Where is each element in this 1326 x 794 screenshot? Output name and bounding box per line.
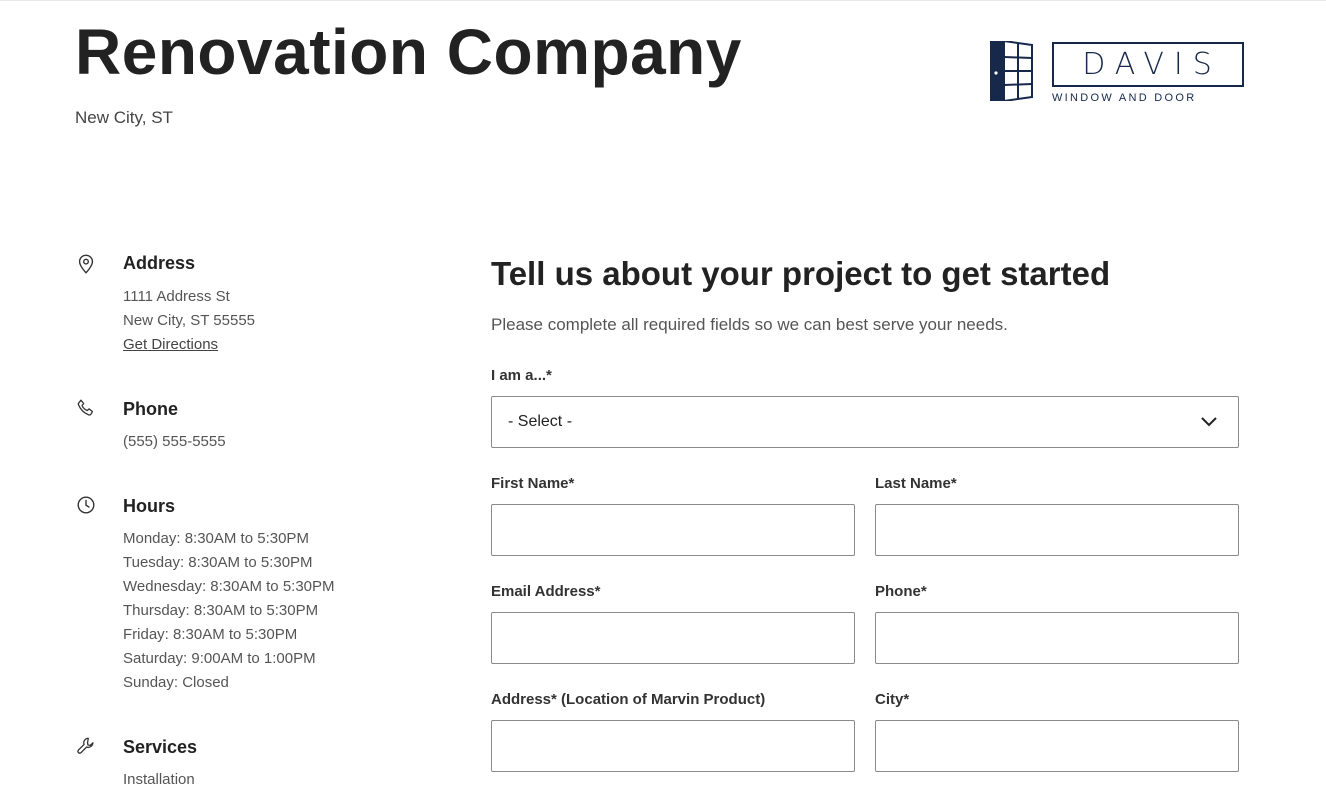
role-select[interactable]: - Select - (491, 396, 1239, 448)
phone-label: Phone* (875, 583, 927, 600)
clock-icon (77, 496, 95, 514)
door-logo-icon (990, 41, 1033, 101)
logo-wordmark-box: DAVIS (1052, 42, 1244, 87)
logo-wordmark: DAVIS (1082, 47, 1222, 82)
address-heading: Address (123, 253, 196, 273)
first-name-label: First Name* (491, 475, 575, 492)
form-title: Tell us about your project to get starte… (491, 255, 1111, 292)
get-directions-link[interactable]: Get Directions (123, 336, 218, 353)
city-label: City* (875, 691, 910, 708)
phone-icon (77, 399, 94, 416)
hours-heading: Hours (123, 496, 176, 516)
phone-heading: Phone (123, 399, 179, 419)
hours-friday: Friday: 8:30AM to 5:30PM (123, 626, 298, 643)
last-name-input[interactable] (875, 504, 1239, 556)
phone-input[interactable] (875, 612, 1239, 664)
first-name-input[interactable] (491, 504, 855, 556)
hours-sunday: Sunday: Closed (123, 674, 229, 691)
address-line-1: 1111 Address St (123, 288, 230, 305)
email-label: Email Address* (491, 583, 601, 600)
hours-thursday: Thursday: 8:30AM to 5:30PM (123, 602, 319, 619)
hours-tuesday: Tuesday: 8:30AM to 5:30PM (123, 554, 313, 571)
davis-logo[interactable]: DAVIS WINDOW AND DOOR (990, 40, 1246, 104)
company-location: New City, ST (75, 108, 173, 127)
email-input[interactable] (491, 612, 855, 664)
hours-monday: Monday: 8:30AM to 5:30PM (123, 530, 309, 547)
phone-number[interactable]: (555) 555-5555 (123, 430, 226, 454)
role-select-value: - Select - (508, 413, 573, 430)
city-input[interactable] (875, 720, 1239, 772)
logo-tagline: WINDOW AND DOOR (1052, 92, 1197, 104)
hours-wednesday: Wednesday: 8:30AM to 5:30PM (123, 578, 335, 595)
address-field-label: Address* (Location of Marvin Product) (491, 691, 766, 708)
services-heading: Services (123, 737, 198, 757)
address-line-2: New City, ST 55555 (123, 312, 256, 329)
hours-saturday: Saturday: 9:00AM to 1:00PM (123, 650, 316, 667)
role-label: I am a...* (491, 367, 552, 384)
form-subtitle: Please complete all required fields so w… (491, 315, 1008, 334)
company-title: Renovation Company (75, 16, 742, 88)
wrench-icon (77, 737, 94, 754)
address-input[interactable] (491, 720, 855, 772)
chevron-down-icon (1201, 417, 1217, 427)
service-installation: Installation (123, 771, 195, 788)
last-name-label: Last Name* (875, 475, 957, 492)
map-pin-icon (78, 254, 94, 274)
top-divider (0, 0, 1326, 1)
